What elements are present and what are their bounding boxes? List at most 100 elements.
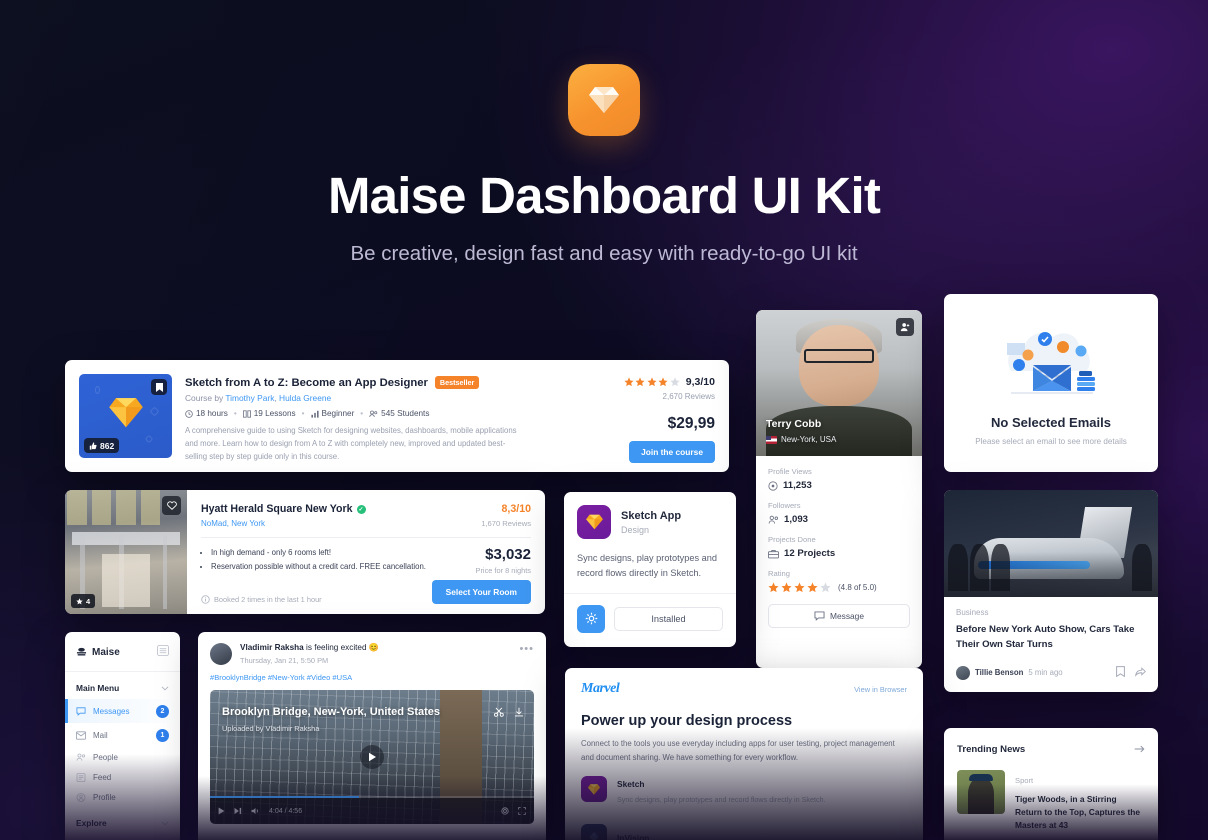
page-title: Maise Dashboard UI Kit bbox=[327, 167, 881, 224]
post-author-line: Vladimir Raksha is feeling excited 😊 bbox=[240, 643, 511, 653]
course-meta-level: Beginner bbox=[310, 409, 354, 418]
course-description: A comprehensive guide to using Sketch fo… bbox=[185, 426, 517, 461]
app-card[interactable]: Sketch App Design Sync designs, play pro… bbox=[564, 492, 736, 647]
installed-button[interactable]: Installed bbox=[614, 606, 723, 631]
hotel-booked-note: Booked 2 times in the last 1 hour bbox=[201, 595, 322, 604]
hero-section: Maise Dashboard UI Kit Be creative, desi… bbox=[0, 0, 1208, 266]
course-price: $29,99 bbox=[667, 415, 715, 432]
volume-icon[interactable] bbox=[251, 802, 260, 820]
video-progress-bar[interactable] bbox=[210, 796, 534, 798]
sidebar-item-people[interactable]: People bbox=[65, 747, 180, 767]
hotel-star-rating-chip: 4 bbox=[71, 594, 96, 608]
badge-count: 1 bbox=[156, 728, 169, 742]
video-controls[interactable]: 4:04 / 4:56 bbox=[210, 796, 534, 824]
add-user-icon[interactable] bbox=[896, 318, 914, 336]
info-icon bbox=[201, 595, 210, 604]
sidebar-section-main-menu[interactable]: Main Menu bbox=[65, 672, 180, 699]
share-icon[interactable] bbox=[1135, 664, 1146, 682]
video-player[interactable]: Brooklyn Bridge, New-York, United States… bbox=[210, 690, 534, 824]
course-author-2[interactable]: Hulda Greene bbox=[279, 393, 331, 403]
level-icon bbox=[310, 410, 319, 418]
mail-icon bbox=[76, 730, 86, 740]
bookmark-icon[interactable] bbox=[151, 379, 167, 395]
post-author[interactable]: Vladimir Raksha bbox=[240, 643, 304, 652]
avatar[interactable] bbox=[210, 643, 232, 665]
next-icon[interactable] bbox=[234, 802, 242, 820]
trending-item[interactable]: Sport Tiger Woods, in a Stirring Return … bbox=[944, 758, 1158, 832]
sidebar-item-apps[interactable]: Apps bbox=[65, 834, 180, 840]
avatar bbox=[956, 665, 970, 680]
post-timestamp: Thursday, Jan 21, 5:50 PM bbox=[240, 656, 329, 665]
profile-rating-stars: (4.8 of 5.0) bbox=[768, 582, 910, 593]
more-horizontal-icon[interactable]: ••• bbox=[519, 643, 534, 655]
news-title[interactable]: Before New York Auto Show, Cars Take The… bbox=[956, 623, 1146, 653]
join-course-button[interactable]: Join the course bbox=[629, 441, 715, 463]
app-category: Design bbox=[621, 524, 650, 535]
hotel-location[interactable]: NoMad, New York bbox=[201, 519, 366, 528]
stat-followers: Followers 1,093 bbox=[768, 501, 809, 525]
email-app-row-invision[interactable]: InVision bbox=[565, 814, 923, 840]
profile-card[interactable]: Terry Cobb New-York, USA Profile Views 1… bbox=[756, 310, 922, 668]
meta-dot: • bbox=[233, 409, 237, 418]
course-meta-row: 18 hours • 19 Lessons • Beginner • 545 S… bbox=[185, 409, 585, 418]
meta-dot: • bbox=[301, 409, 305, 418]
verified-check-icon: ✓ bbox=[356, 504, 366, 514]
course-card[interactable]: 862 Sketch from A to Z: Become an App De… bbox=[65, 360, 729, 472]
news-card[interactable]: Business Before New York Auto Show, Cars… bbox=[944, 490, 1158, 692]
sidebar-item-mail[interactable]: Mail 1 bbox=[65, 723, 180, 747]
sidebar-item-profile[interactable]: Profile bbox=[65, 787, 180, 807]
play-icon[interactable] bbox=[218, 802, 225, 820]
play-icon[interactable] bbox=[360, 745, 384, 769]
email-app-row-sketch[interactable]: Sketch Sync designs, play prototypes and… bbox=[565, 764, 923, 814]
sidebar-section-explore[interactable]: Explore bbox=[65, 807, 180, 834]
students-icon bbox=[369, 410, 378, 417]
stat-projects-done: Projects Done 12 Projects bbox=[768, 535, 836, 559]
sidebar-item-label: Messages bbox=[93, 706, 130, 716]
like-count-chip: 862 bbox=[84, 438, 120, 453]
trending-news-card[interactable]: Trending News Sport Tiger Woods, in a St… bbox=[944, 728, 1158, 840]
clock-icon bbox=[185, 409, 193, 418]
message-icon bbox=[76, 706, 86, 716]
course-meta-lessons: 19 Lessons bbox=[242, 409, 296, 418]
trending-item-title[interactable]: Tiger Woods, in a Stirring Return to the… bbox=[1015, 793, 1145, 832]
sidebar-brand[interactable]: Maise bbox=[76, 647, 120, 658]
settings-icon[interactable] bbox=[501, 802, 509, 820]
sidebar-item-feed[interactable]: Feed bbox=[65, 767, 180, 787]
email-app-name: InVision bbox=[617, 833, 650, 840]
view-in-browser-link[interactable]: View in Browser bbox=[854, 685, 907, 694]
download-icon[interactable] bbox=[514, 704, 524, 722]
invision-icon bbox=[581, 824, 607, 840]
message-button[interactable]: Message bbox=[768, 604, 910, 628]
gear-icon[interactable] bbox=[577, 604, 605, 633]
post-tags[interactable]: #BrooklynBridge #New-York #Video #USA bbox=[198, 665, 546, 682]
hotel-card[interactable]: 4 Hyatt Herald Square New York ✓ NoMad, … bbox=[65, 490, 545, 614]
feed-icon bbox=[76, 772, 86, 782]
badge-count: 2 bbox=[156, 704, 169, 718]
sidebar-panel[interactable]: Maise Main Menu Messages 2 Mail 1 People bbox=[65, 632, 180, 840]
bookmark-icon[interactable] bbox=[1116, 664, 1125, 682]
sidebar-section-label: Main Menu bbox=[76, 683, 120, 693]
cut-icon[interactable] bbox=[494, 704, 504, 722]
post-action: is feeling excited bbox=[306, 643, 367, 652]
favorite-heart-icon[interactable] bbox=[162, 496, 181, 515]
sidebar-item-messages[interactable]: Messages 2 bbox=[65, 699, 180, 723]
fullscreen-icon[interactable] bbox=[518, 802, 526, 820]
like-count: 862 bbox=[100, 440, 115, 451]
sidebar-item-label: Profile bbox=[93, 792, 116, 802]
hamburger-icon[interactable] bbox=[157, 643, 169, 661]
eye-icon bbox=[768, 480, 778, 491]
hotel-name-row: Hyatt Herald Square New York ✓ bbox=[201, 503, 366, 515]
hotel-body: Hyatt Herald Square New York ✓ NoMad, Ne… bbox=[187, 490, 545, 614]
select-room-button[interactable]: Select Your Room bbox=[431, 580, 531, 604]
arrow-right-icon[interactable] bbox=[1134, 740, 1145, 758]
sidebar-brand-label: Maise bbox=[92, 646, 120, 658]
trending-category: Sport bbox=[1015, 776, 1034, 785]
sidebar-item-label: Feed bbox=[93, 772, 112, 782]
profile-name: Terry Cobb bbox=[766, 418, 822, 430]
email-preview-card[interactable]: Marvel View in Browser Power up your des… bbox=[565, 668, 923, 840]
course-author-1[interactable]: Timothy Park bbox=[225, 393, 274, 403]
lessons-icon bbox=[242, 409, 251, 418]
social-post-card[interactable]: Vladimir Raksha is feeling excited 😊 Thu… bbox=[198, 632, 546, 840]
course-review-count: 2,670 Reviews bbox=[662, 392, 715, 401]
email-app-subtitle: Sync designs, play prototypes and record… bbox=[617, 795, 826, 805]
